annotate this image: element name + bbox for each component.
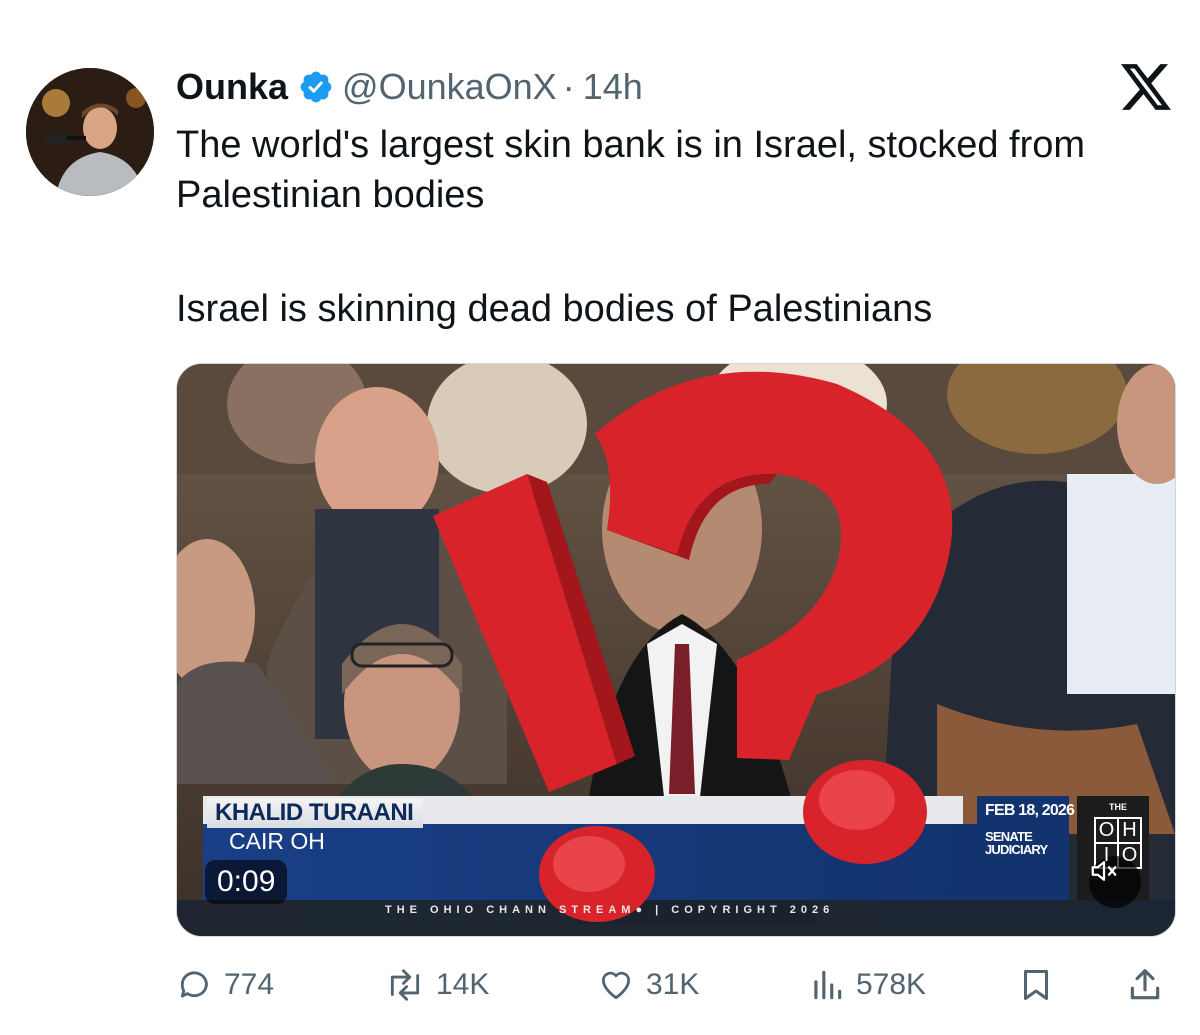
avatar-image xyxy=(26,68,154,196)
tweet-timestamp[interactable]: 14h xyxy=(583,66,643,108)
verified-badge-icon[interactable] xyxy=(298,69,334,105)
tweet-text-line: Israel is skinning dead bodies of Palest… xyxy=(176,288,933,330)
tweet-text: The world's largest skin bank is in Isra… xyxy=(176,120,1166,334)
avatar[interactable] xyxy=(26,68,154,196)
channel-logo-letter: I xyxy=(1103,844,1110,866)
x-logo-icon[interactable] xyxy=(1121,64,1171,110)
author-name[interactable]: Ounka xyxy=(176,66,288,108)
channel-logo-letter: O xyxy=(1121,844,1138,866)
lower-third-name: KHALID TURAANI xyxy=(207,798,424,828)
tweet-header: Ounka @OunkaOnX · 14h xyxy=(176,62,643,112)
reply-count: 774 xyxy=(224,968,275,1001)
repost-count: 14K xyxy=(436,968,490,1001)
author-handle[interactable]: @OunkaOnX xyxy=(342,66,557,108)
tweet-action-bar: 774 14K 31K 578K xyxy=(176,955,1166,1015)
repost-button[interactable]: 14K xyxy=(384,955,489,1015)
channel-logo-top: THE xyxy=(1109,802,1127,812)
view-count: 578K xyxy=(856,968,927,1001)
reply-icon xyxy=(180,971,208,998)
channel-ticker: THE OHIO CHANN STREAM● | COPYRIGHT 2026 xyxy=(385,904,835,916)
separator-dot: · xyxy=(562,66,575,107)
channel-logo: THE xyxy=(1095,802,1141,812)
bookmark-icon xyxy=(1024,970,1048,1000)
channel-logo-letters: OHIO xyxy=(1095,818,1141,868)
repost-icon xyxy=(390,969,420,1001)
lower-third-org: CAIR OH xyxy=(229,828,325,854)
channel-logo-letter: O xyxy=(1098,819,1115,841)
heart-icon xyxy=(601,971,631,1000)
broadcast-date: FEB 18, 2026 xyxy=(985,802,1075,819)
like-button[interactable]: 31K xyxy=(596,955,699,1015)
share-icon xyxy=(1130,969,1160,1000)
tweet-text-line: The world's largest skin bank is in Isra… xyxy=(176,124,1086,216)
video-duration: 0:09 xyxy=(205,860,288,904)
like-count: 31K xyxy=(646,968,700,1001)
analytics-icon xyxy=(814,970,842,1000)
share-button[interactable] xyxy=(1126,955,1174,1015)
channel-logo-letter: H xyxy=(1122,819,1137,841)
reply-button[interactable]: 774 xyxy=(176,955,274,1015)
committee-label: SENATE JUDICIARY xyxy=(985,829,1048,857)
views-button[interactable]: 578K xyxy=(808,955,926,1015)
bookmark-button[interactable] xyxy=(1018,955,1064,1015)
video-player[interactable]: KHALID TURAANI CAIR OH FEB 18, 2026 SENA… xyxy=(176,363,1176,937)
